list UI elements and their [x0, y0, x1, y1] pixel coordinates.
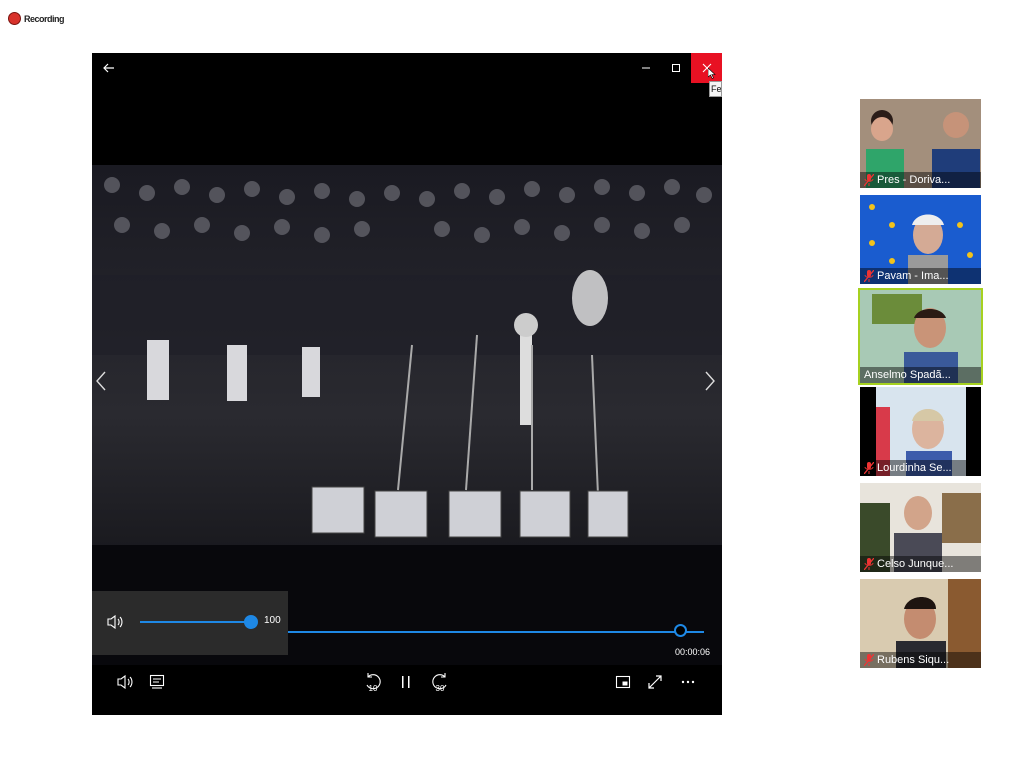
close-tooltip: Fe: [709, 81, 722, 97]
volume-button[interactable]: [112, 669, 138, 695]
participant-tile[interactable]: Rubens Siqu...: [860, 579, 981, 668]
participant-tile[interactable]: Lourdinha Se...: [860, 387, 981, 476]
mouse-cursor-icon: [708, 68, 716, 79]
muted-mic-icon: [864, 462, 874, 474]
participant-tile[interactable]: Pavam - Ima...: [860, 195, 981, 284]
mini-view-button[interactable]: [610, 669, 636, 695]
skip-forward-30-icon: 30: [432, 673, 447, 693]
muted-mic-icon: [864, 558, 874, 570]
maximize-icon: [672, 64, 680, 72]
chevron-right-icon: [705, 371, 715, 391]
back-arrow-icon: [103, 63, 114, 73]
more-icon: [681, 680, 695, 684]
pause-icon: [402, 676, 410, 688]
minimize-icon: [642, 67, 650, 69]
volume-flyout: 100: [92, 591, 288, 655]
volume-value: 100: [264, 615, 281, 626]
participant-name-bar: Pres - Doriva...: [860, 172, 981, 188]
orchestra-video-frame: [92, 165, 722, 665]
participant-tile[interactable]: Celso Junque...: [860, 483, 981, 572]
mini-view-icon: [615, 675, 631, 689]
speaker-icon: [117, 674, 133, 690]
elapsed-time: 00:00:06: [675, 647, 711, 657]
participant-name-bar: Rubens Siqu...: [860, 652, 981, 668]
volume-mute-button[interactable]: [106, 613, 126, 633]
player-titlebar: [92, 53, 722, 83]
volume-slider-track[interactable]: [140, 621, 252, 623]
skip-back-button[interactable]: 10: [360, 669, 386, 695]
chevron-left-icon: [96, 371, 106, 391]
seek-bar-track[interactable]: [288, 631, 704, 633]
participant-name: Pres - Doriva...: [877, 174, 951, 186]
minimize-button[interactable]: [631, 53, 661, 83]
maximize-button[interactable]: [661, 53, 691, 83]
participant-name: Lourdinha Se...: [877, 462, 952, 474]
muted-mic-icon: [864, 654, 874, 666]
participant-tile[interactable]: Pres - Doriva...: [860, 99, 981, 188]
fullscreen-icon: [648, 675, 662, 689]
participant-tile-active-speaker[interactable]: Anselmo Spadã...: [858, 288, 983, 385]
seek-bar-thumb[interactable]: [674, 624, 687, 637]
skip-back-seconds: 10: [369, 684, 378, 693]
recording-indicator: Recording: [8, 12, 65, 25]
skip-forward-button[interactable]: 30: [427, 669, 453, 695]
fullscreen-button[interactable]: [642, 669, 668, 695]
captions-button[interactable]: [144, 669, 170, 695]
more-options-button[interactable]: [675, 669, 701, 695]
captions-icon: [149, 674, 165, 689]
muted-mic-icon: [864, 174, 874, 186]
next-arrow-button[interactable]: [705, 371, 715, 397]
volume-slider-thumb[interactable]: [244, 615, 258, 629]
participant-name: Celso Junque...: [877, 558, 954, 570]
participant-name-bar: Pavam - Ima...: [860, 268, 981, 284]
muted-mic-icon: [864, 270, 874, 282]
close-button[interactable]: [691, 53, 722, 83]
media-player-window: Fe 100 00:00:06 10 30: [92, 53, 722, 715]
speaker-icon: [107, 614, 123, 630]
pause-button[interactable]: [393, 669, 419, 695]
recording-label: Recording: [24, 13, 65, 24]
record-icon: [8, 12, 21, 25]
participant-name: Rubens Siqu...: [877, 654, 950, 666]
skip-back-10-icon: 10: [366, 673, 381, 693]
participant-name-bar: Anselmo Spadã...: [860, 367, 981, 383]
participant-name: Anselmo Spadã...: [864, 369, 951, 381]
back-button[interactable]: [94, 53, 124, 83]
participant-name-bar: Lourdinha Se...: [860, 460, 981, 476]
participant-name: Pavam - Ima...: [877, 270, 949, 282]
previous-arrow-button[interactable]: [96, 371, 106, 397]
participant-name-bar: Celso Junque...: [860, 556, 981, 572]
skip-forward-seconds: 30: [436, 684, 445, 693]
